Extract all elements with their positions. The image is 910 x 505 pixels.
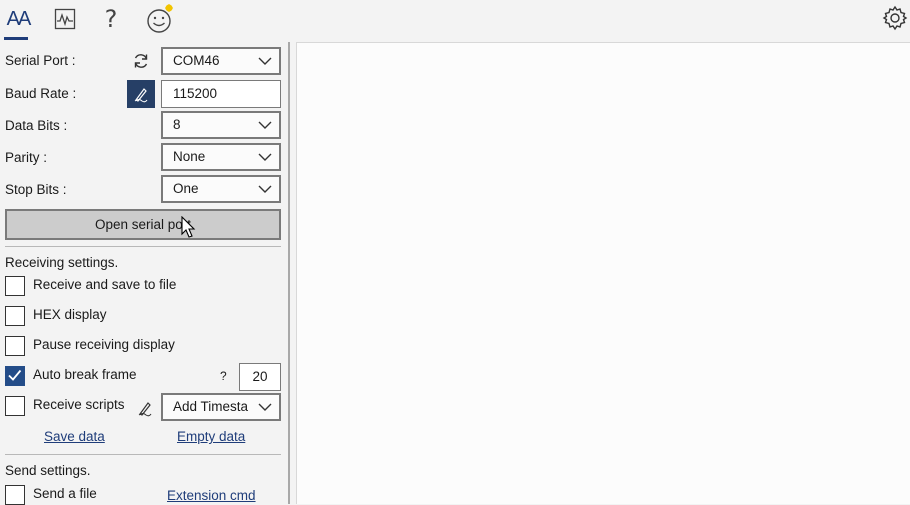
hex-display-checkbox[interactable] <box>5 306 25 326</box>
send-settings-title: Send settings. <box>5 463 91 478</box>
refresh-icon[interactable] <box>127 47 155 75</box>
help-icon[interactable]: ? <box>95 3 127 35</box>
emoji-icon[interactable] <box>143 3 175 35</box>
parity-select[interactable]: None <box>161 143 281 171</box>
baud-rate-label: Baud Rate : <box>5 86 77 101</box>
chart-icon[interactable] <box>49 3 81 35</box>
receive-script-select[interactable]: Add Timesta <box>161 393 281 421</box>
chevron-down-icon <box>258 153 272 161</box>
hex-display-label[interactable]: HEX display <box>33 305 107 325</box>
open-serial-port-button[interactable]: Open serial port <box>5 209 281 240</box>
divider <box>5 454 281 455</box>
stop-bits-value: One <box>173 181 199 196</box>
help-glyph: ? <box>104 5 118 33</box>
pause-receiving-label[interactable]: Pause receiving display <box>33 335 175 355</box>
chevron-down-icon <box>258 403 272 411</box>
parity-value: None <box>173 149 206 164</box>
data-bits-select[interactable]: 8 <box>161 111 281 139</box>
serial-port-value: COM46 <box>173 53 220 68</box>
font-size-icon[interactable]: AA <box>2 3 34 35</box>
receiving-settings-title: Receiving settings. <box>5 255 119 270</box>
font-size-glyph: AA <box>6 7 32 30</box>
send-file-label[interactable]: Send a file <box>33 484 97 504</box>
pause-receiving-checkbox[interactable] <box>5 336 25 356</box>
frame-timeout-input[interactable]: 20 <box>239 363 281 391</box>
mouse-cursor-icon <box>181 216 196 238</box>
divider <box>5 246 281 247</box>
frame-timeout-value: 20 <box>252 369 268 384</box>
receive-display-area[interactable] <box>296 42 910 504</box>
edit-baud-icon[interactable] <box>127 80 155 108</box>
edit-script-icon[interactable] <box>131 394 159 422</box>
stop-bits-label: Stop Bits : <box>5 182 67 197</box>
active-tab-indicator <box>4 37 28 40</box>
frame-help-icon[interactable]: ? <box>220 369 227 383</box>
extension-cmd-link[interactable]: Extension cmd <box>167 487 256 505</box>
save-data-link[interactable]: Save data <box>44 428 105 446</box>
receive-scripts-checkbox[interactable] <box>5 396 25 416</box>
serial-port-select[interactable]: COM46 <box>161 47 281 75</box>
send-file-checkbox[interactable] <box>5 485 25 505</box>
data-bits-label: Data Bits : <box>5 118 68 133</box>
data-bits-value: 8 <box>173 117 181 132</box>
receive-save-file-label[interactable]: Receive and save to file <box>33 275 176 295</box>
baud-rate-input[interactable]: 115200 <box>161 80 281 108</box>
receive-scripts-label[interactable]: Receive scripts <box>33 395 125 415</box>
serial-port-label: Serial Port : <box>5 53 76 68</box>
toolbar: AA ? <box>0 0 910 42</box>
chevron-down-icon <box>258 121 272 129</box>
chevron-down-icon <box>258 57 272 65</box>
stop-bits-select[interactable]: One <box>161 175 281 203</box>
checkmark-icon <box>8 369 22 381</box>
parity-label: Parity : <box>5 150 48 165</box>
receive-save-file-checkbox[interactable] <box>5 276 25 296</box>
baud-rate-value: 115200 <box>173 86 218 101</box>
panel-splitter[interactable] <box>288 42 290 504</box>
auto-break-frame-checkbox[interactable] <box>5 366 25 386</box>
auto-break-frame-label[interactable]: Auto break frame <box>33 365 137 385</box>
empty-data-link[interactable]: Empty data <box>177 428 245 446</box>
receive-script-value: Add Timesta <box>173 399 249 414</box>
chevron-down-icon <box>258 185 272 193</box>
gear-icon[interactable] <box>879 2 910 34</box>
